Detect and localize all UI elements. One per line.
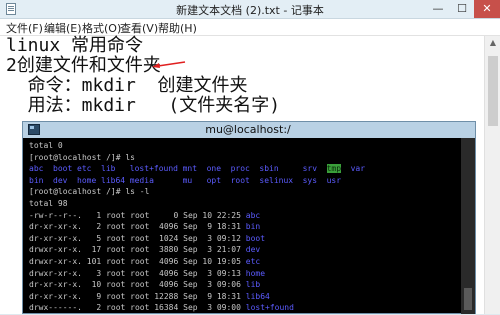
ls-entry: bin bbox=[29, 176, 43, 185]
listing-row-name: abc bbox=[246, 211, 260, 220]
ls-entry: tmp bbox=[327, 164, 341, 173]
listing-row-name: dev bbox=[246, 245, 260, 254]
menu-edit[interactable]: 编辑(E) bbox=[44, 20, 82, 36]
listing-row: drwxr-xr-x. 17 root root 3880 Sep 3 21:0… bbox=[29, 244, 461, 256]
scroll-thumb[interactable] bbox=[488, 56, 498, 126]
ls-entry: boot bbox=[53, 164, 72, 173]
listing-row: dr-xr-xr-x. 2 root root 4096 Sep 9 18:31… bbox=[29, 221, 461, 233]
ls-entry: media bbox=[130, 176, 154, 185]
close-button[interactable]: ✕ bbox=[474, 0, 500, 18]
red-arrow-icon bbox=[152, 61, 186, 69]
ls-entry: one bbox=[207, 164, 221, 173]
ls-entry: root bbox=[231, 176, 250, 185]
scroll-up-icon[interactable]: ▲ bbox=[485, 36, 500, 50]
listing-row: dr-xr-xr-x. 5 root root 1024 Sep 3 09:12… bbox=[29, 233, 461, 245]
terminal-title-bar[interactable]: mu@localhost:/ bbox=[23, 122, 475, 138]
listing-row-meta: dr-xr-xr-x. 2 root root 4096 Sep 9 18:31 bbox=[29, 222, 246, 231]
terminal-scroll-thumb[interactable] bbox=[464, 288, 472, 310]
ls-entry: sbin bbox=[259, 164, 278, 173]
ls-entry: mu bbox=[183, 176, 193, 185]
listing-row-meta: dr-xr-xr-x. 10 root root 4096 Sep 3 09:0… bbox=[29, 280, 246, 289]
prompt-line: [root@localhost /]# ls bbox=[29, 152, 461, 164]
listing-row: drwxr-xr-x. 3 root root 4096 Sep 3 09:13… bbox=[29, 268, 461, 280]
terminal-output[interactable]: total 0 [root@localhost /]# ls abcbootet… bbox=[29, 140, 461, 315]
output-line: total 98 bbox=[29, 198, 461, 210]
ls-entry: srv bbox=[303, 164, 317, 173]
terminal-scrollbar[interactable] bbox=[461, 138, 475, 314]
listing-row-name: lost+found bbox=[246, 303, 294, 312]
notepad-text-area[interactable]: linux 常用命令2创建文件和文件夹 命令：mkdir 创建文件夹 用法：mk… bbox=[6, 36, 280, 116]
notepad-icon bbox=[6, 3, 16, 15]
listing-row-meta: drwxr-xr-x. 3 root root 4096 Sep 3 09:13 bbox=[29, 269, 246, 278]
notepad-vertical-scrollbar[interactable]: ▲ bbox=[484, 36, 500, 314]
ls-entry: mnt bbox=[183, 164, 197, 173]
output-line: total 0 bbox=[29, 140, 461, 152]
terminal-icon bbox=[28, 124, 40, 135]
ls-entry: usr bbox=[327, 176, 341, 185]
terminal-window: mu@localhost:/ total 0 [root@localhost /… bbox=[22, 121, 476, 314]
menu-file[interactable]: 文件(F) bbox=[6, 20, 43, 36]
listing: -rw-r--r--. 1 root root 0 Sep 10 22:25 a… bbox=[29, 210, 461, 315]
notepad-menu-bar: 文件(F) 编辑(E) 格式(O) 查看(V) 帮助(H) bbox=[0, 19, 500, 36]
listing-row: dr-xr-xr-x. 10 root root 4096 Sep 3 09:0… bbox=[29, 279, 461, 291]
ls-entry: lib bbox=[101, 164, 115, 173]
listing-row-meta: drwxr-xr-x. 17 root root 3880 Sep 3 21:0… bbox=[29, 245, 246, 254]
maximize-button[interactable]: ☐ bbox=[450, 0, 474, 18]
ls-entry: var bbox=[351, 164, 365, 173]
listing-row-name: bin bbox=[246, 222, 260, 231]
listing-row-meta: dr-xr-xr-x. 9 root root 12288 Sep 9 18:3… bbox=[29, 292, 246, 301]
listing-row-name: etc bbox=[246, 257, 260, 266]
ls-entry: lib64 bbox=[101, 176, 125, 185]
notepad-title-bar[interactable]: 新建文本文档 (2).txt - 记事本 — ☐ ✕ bbox=[0, 0, 500, 19]
text-line: linux 常用命令 bbox=[6, 36, 280, 56]
minimize-button[interactable]: — bbox=[426, 0, 450, 18]
ls-entry: abc bbox=[29, 164, 43, 173]
ls-entry: etc bbox=[77, 164, 91, 173]
listing-row-name: lib64 bbox=[246, 292, 270, 301]
listing-row-name: lib bbox=[246, 280, 260, 289]
ls-entry: lost+found bbox=[130, 164, 178, 173]
listing-row-meta: -rw-r--r--. 1 root root 0 Sep 10 22:25 bbox=[29, 211, 246, 220]
ls-entry: opt bbox=[207, 176, 221, 185]
listing-row: drwx------. 2 root root 16384 Sep 3 09:0… bbox=[29, 302, 461, 314]
text-line: 用法：mkdir (文件夹名字) bbox=[6, 96, 280, 116]
menu-help[interactable]: 帮助(H) bbox=[158, 20, 197, 36]
listing-row: -rw-r--r--. 1 root root 0 Sep 10 22:25 a… bbox=[29, 210, 461, 222]
ls-entry: sys bbox=[303, 176, 317, 185]
listing-row-meta: dr-xr-xr-x. 5 root root 1024 Sep 3 09:12 bbox=[29, 234, 246, 243]
text-line: 2创建文件和文件夹 bbox=[6, 56, 280, 76]
ls-entry: selinux bbox=[259, 176, 293, 185]
ls-entry: proc bbox=[231, 164, 250, 173]
notepad-title: 新建文本文档 (2).txt - 记事本 bbox=[150, 2, 350, 18]
listing-row: drwxr-xr-x. 101 root root 4096 Sep 10 19… bbox=[29, 256, 461, 268]
prompt-line: [root@localhost /]# ls -l bbox=[29, 186, 461, 198]
text-line: 命令：mkdir 创建文件夹 bbox=[6, 76, 280, 96]
ls-row: bin dev home lib64 media mu opt root selinux sys u… bbox=[29, 175, 461, 187]
ls-entry: dev bbox=[53, 176, 67, 185]
listing-row-meta: drwx------. 2 root root 16384 Sep 3 09:0… bbox=[29, 303, 246, 312]
listing-row-meta: drwxr-xr-x. 101 root root 4096 Sep 10 19… bbox=[29, 257, 246, 266]
listing-row: dr-xr-xr-x. 9 root root 12288 Sep 9 18:3… bbox=[29, 291, 461, 303]
listing-row-name: boot bbox=[246, 234, 265, 243]
ls-row: abc bootetc lib lost+found mnt one proc sbin srv… bbox=[29, 163, 461, 175]
ls-entry: home bbox=[77, 176, 96, 185]
menu-view[interactable]: 查看(V) bbox=[120, 20, 158, 36]
listing-row-name: home bbox=[246, 269, 265, 278]
menu-format[interactable]: 格式(O) bbox=[82, 20, 121, 36]
terminal-title: mu@localhost:/ bbox=[173, 123, 323, 136]
